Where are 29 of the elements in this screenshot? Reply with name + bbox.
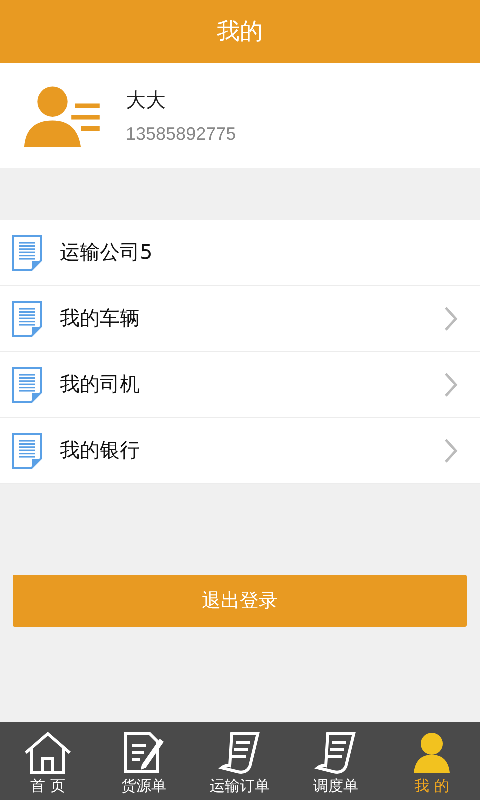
- document-icon: [12, 366, 42, 402]
- edit-document-icon: [122, 731, 166, 775]
- user-name: 大大: [126, 86, 167, 114]
- menu-label: 我的银行: [60, 437, 141, 464]
- document-icon: [12, 300, 42, 336]
- tab-label: 运输订单: [210, 777, 270, 796]
- page-title: 我的: [217, 18, 263, 47]
- menu-label: 我的司机: [60, 371, 141, 398]
- menu-item[interactable]: 我的司机: [0, 352, 480, 418]
- menu-item[interactable]: 我的车辆: [0, 286, 480, 352]
- document-icon: [12, 432, 42, 468]
- home-icon: [23, 731, 73, 775]
- menu-label: 运输公司5: [60, 239, 154, 266]
- receipt-icon: [314, 731, 358, 775]
- tab-item[interactable]: 运输订单: [192, 722, 288, 800]
- receipt-icon: [218, 731, 262, 775]
- menu-label: 我的车辆: [60, 305, 141, 332]
- tab-item[interactable]: 首 页: [0, 722, 96, 800]
- menu-item[interactable]: 运输公司5: [0, 220, 480, 286]
- menu-item[interactable]: 我的银行: [0, 418, 480, 484]
- tab-label: 调度单: [314, 777, 358, 796]
- tab-item[interactable]: 我 的: [384, 722, 480, 800]
- tab-label: 首 页: [30, 777, 66, 796]
- tab-item[interactable]: 货源单: [96, 722, 192, 800]
- phone-number: 13585892775: [126, 124, 236, 144]
- tab-label: 货源单: [122, 777, 166, 796]
- tab-item[interactable]: 调度单: [288, 722, 384, 800]
- tab-label: 我 的: [414, 777, 450, 796]
- document-icon: [12, 234, 42, 270]
